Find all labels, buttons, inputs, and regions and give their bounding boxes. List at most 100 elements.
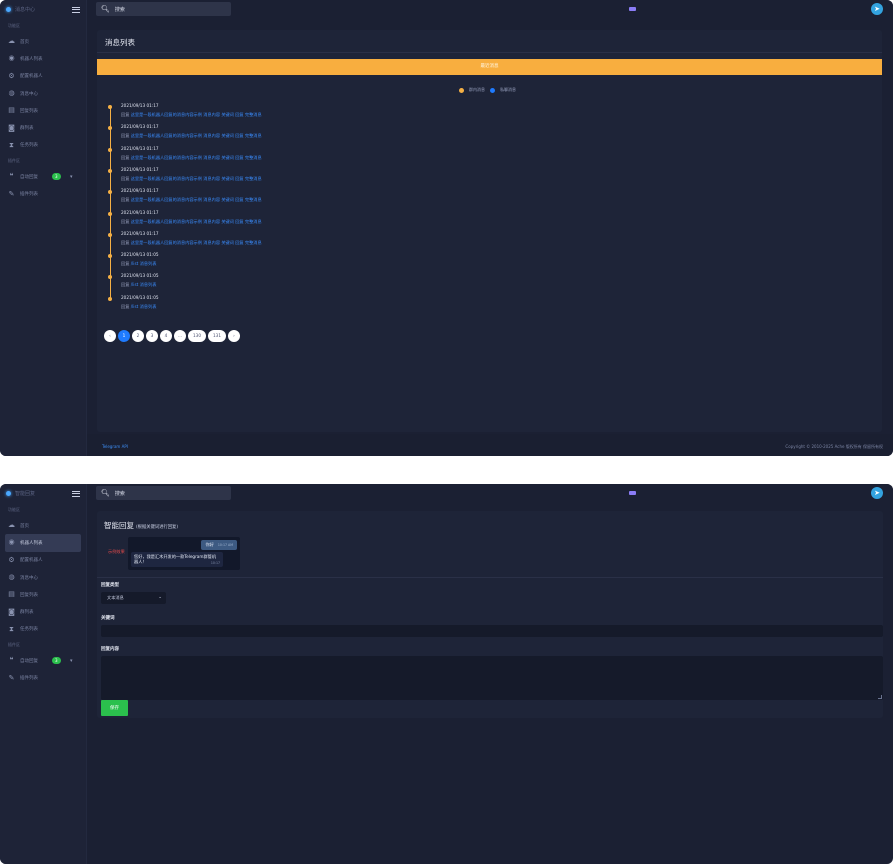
hamburger-menu-icon[interactable] [72, 6, 80, 13]
comments-icon: ❝ [9, 172, 14, 181]
entry-time: 2021/09/13 01:17 [121, 124, 159, 130]
sidebar-group-label: 功能区 [8, 507, 20, 512]
entry-link[interactable]: 这里是一段机器人回复的消息内容示例 消息内容 关键词 回复 完整消息 [131, 176, 262, 181]
entry-prefix: 回复 [121, 112, 130, 117]
chevron-down-icon[interactable]: ▾ [70, 174, 73, 180]
hamburger-menu-icon[interactable] [72, 490, 80, 497]
entry-time: 2021/09/13 01:17 [121, 166, 159, 172]
brand[interactable]: 智能回复 [6, 490, 35, 497]
sidebar-item-label: 插件列表 [20, 192, 38, 198]
title-text: 智能回复 [104, 521, 134, 530]
brand[interactable]: 消息中心 [6, 6, 35, 13]
timeline-dot [107, 275, 112, 280]
sidebar-item-group-list[interactable]: ◙ 群列表 [0, 603, 86, 620]
entry-time: 2021/09/13 01:17 [121, 209, 159, 215]
message-icon: ◍ [8, 573, 15, 582]
entry-time: 2021/09/13 01:05 [121, 252, 159, 258]
entry-message: 回复 这里是一段机器人回复的消息内容示例 消息内容 关键词 回复 完整消息 [121, 112, 262, 118]
entry-prefix: 回复 [121, 154, 130, 160]
search-box[interactable]: 🔍︎ 搜索 [96, 2, 231, 16]
entry-link[interactable]: 这里是一段机器人回复的消息内容示例 消息内容 关键词 回复 完整消息 [131, 112, 262, 117]
timeline-dot [107, 296, 112, 301]
sidebar-item-plugin-list[interactable]: ✎ 插件列表 [0, 185, 86, 202]
entry-link[interactable]: /list 消息列表 [131, 304, 157, 309]
entry-link[interactable]: 这里是一段机器人回复的消息内容示例 消息内容 关键词 回复 完整消息 [131, 197, 262, 202]
page-button-4[interactable]: 4 [160, 330, 172, 342]
sidebar-item-reply-list[interactable]: ▤ 回复列表 [0, 586, 86, 603]
entry-link[interactable]: 这里是一段机器人回复的消息内容示例 消息内容 关键词 回复 完整消息 [131, 155, 262, 160]
sidebar-item-task-list[interactable]: ⧗ 任务列表 [0, 137, 86, 154]
logo-dot-icon [6, 491, 11, 496]
reply-type-select[interactable]: 文本消息 ⌄ [101, 592, 166, 604]
robot-icon: ◉ [8, 54, 15, 63]
resize-grip-icon[interactable] [878, 695, 882, 699]
entry-time: 2021/09/13 01:05 [121, 294, 159, 300]
entry-link[interactable]: /list 消息列表 [131, 261, 157, 266]
entry-link[interactable]: /list 消息列表 [131, 282, 157, 287]
sidebar-item-message-center[interactable]: ◍ 消息中心 [0, 85, 86, 102]
entry-link[interactable]: 这里是一段机器人回复的消息内容示例 消息内容 关键词 回复 完整消息 [131, 133, 262, 138]
page-title: 消息列表 [105, 38, 135, 47]
pagination: ‹ 1 2 3 4 … 130 131 › [104, 330, 240, 342]
reply-content-textarea[interactable] [101, 656, 883, 700]
entry-link[interactable]: 这里是一段机器人回复的消息内容示例 消息内容 关键词 回复 完整消息 [131, 240, 262, 245]
entry-prefix: 回复 [121, 218, 130, 224]
count-badge: 3 [52, 173, 61, 181]
sidebar-item-message-center[interactable]: ◍ 消息中心 [0, 569, 86, 586]
sidebar-item-label: 消息中心 [20, 575, 38, 581]
save-button[interactable]: 保存 [101, 700, 128, 716]
legend: 群内消息 私聊消息 [459, 87, 516, 93]
entry-message: 回复 这里是一段机器人回复的消息内容示例 消息内容 关键词 回复 完整消息 [121, 219, 262, 225]
list-icon: ▤ [8, 590, 15, 599]
sidebar-header: 消息中心 [0, 0, 86, 19]
sidebar-item-robot-list[interactable]: ◉ 机器人列表 [5, 534, 81, 552]
entry-prefix: 回复 [121, 239, 130, 245]
sidebar-item-home[interactable]: ☁ 首页 [0, 517, 86, 534]
page-next-button[interactable]: › [228, 330, 240, 342]
sidebar-item-auto-reply[interactable]: ❝ 自动回复 3 ▾ [0, 652, 86, 669]
sidebar-item-group-list[interactable]: ◙ 群列表 [0, 119, 86, 136]
sidebar-item-config-robot[interactable]: ⚙ 配置机器人 [0, 552, 86, 569]
search-icon: 🔍︎ [101, 5, 110, 13]
sidebar-item-plugin-list[interactable]: ✎ 插件列表 [0, 669, 86, 686]
page-title: 智能回复 (根据关键词进行回复) [104, 520, 178, 531]
brand-name: 智能回复 [15, 491, 36, 497]
sidebar-item-config-robot[interactable]: ⚙ 配置机器人 [0, 68, 86, 85]
page-prev-button[interactable]: ‹ [104, 330, 116, 342]
list-icon: ▤ [8, 106, 15, 115]
recent-messages-banner: 最近消息 [97, 59, 882, 75]
sidebar-item-reply-list[interactable]: ▤ 回复列表 [0, 102, 86, 119]
sidebar-item-label: 消息中心 [20, 91, 38, 97]
keyboard-icon[interactable] [629, 491, 636, 495]
search-input[interactable]: 搜索 [115, 490, 125, 497]
footer-link[interactable]: Telegram API [102, 444, 128, 449]
cogs-icon: ⚙ [8, 71, 15, 80]
page-button-130[interactable]: 130 [188, 330, 206, 342]
sidebar-item-auto-reply[interactable]: ❝ 自动回复 3 ▾ [0, 168, 86, 185]
page-button-1[interactable]: 1 [118, 330, 130, 342]
page-button-131[interactable]: 131 [208, 330, 226, 342]
legend-label: 群内消息 [469, 87, 485, 92]
telegram-icon[interactable]: ➤ [871, 487, 883, 499]
chevron-down-icon[interactable]: ▾ [70, 658, 73, 664]
sidebar-item-home[interactable]: ☁ 首页 [0, 33, 86, 50]
sidebar-item-robot-list[interactable]: ◉ 机器人列表 [0, 50, 86, 67]
entry-message: 回复 这里是一段机器人回复的消息内容示例 消息内容 关键词 回复 完整消息 [121, 155, 262, 161]
page-button-3[interactable]: 3 [146, 330, 158, 342]
entry-message: 回复 这里是一段机器人回复的消息内容示例 消息内容 关键词 回复 完整消息 [121, 176, 262, 182]
sidebar-item-label: 自动回复 [20, 658, 38, 664]
puzzle-icon: ✎ [8, 189, 15, 198]
telegram-icon[interactable]: ➤ [871, 3, 883, 15]
page-button-2[interactable]: 2 [132, 330, 144, 342]
legend-label: 私聊消息 [500, 87, 516, 92]
timeline-dot [107, 254, 112, 259]
entry-link[interactable]: 这里是一段机器人回复的消息内容示例 消息内容 关键词 回复 完整消息 [131, 219, 262, 224]
chat-answer-bubble: 您好，我是汇木开发的一款Telegram群管机器人！ 10:17 [131, 552, 223, 567]
sidebar-item-task-list[interactable]: ⧗ 任务列表 [0, 621, 86, 638]
sidebar-item-label: 配置机器人 [20, 558, 43, 564]
search-input[interactable]: 搜索 [115, 6, 125, 13]
keyword-input[interactable] [101, 625, 883, 637]
keyboard-icon[interactable] [629, 7, 636, 11]
search-box[interactable]: 🔍︎ 搜索 [96, 486, 231, 500]
sidebar-item-label: 配置机器人 [20, 74, 43, 80]
